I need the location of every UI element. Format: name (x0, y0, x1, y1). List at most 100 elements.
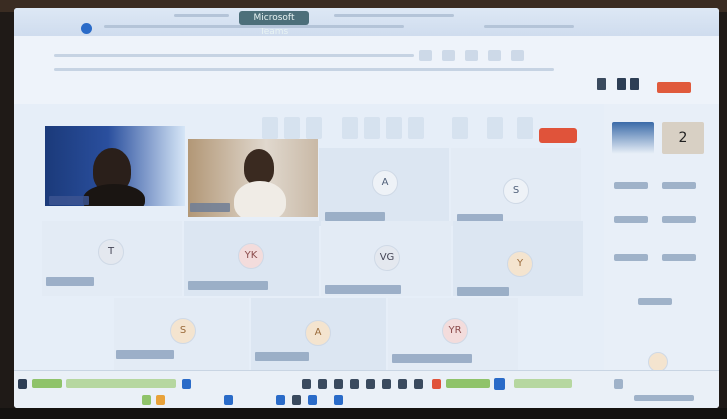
app-icon[interactable] (414, 379, 423, 389)
screen: Microsoft Teams A S T YK VG Y S A YR 2 (14, 8, 719, 408)
mic-button[interactable] (452, 117, 468, 139)
side-item[interactable] (662, 216, 696, 223)
start-icon[interactable] (18, 379, 27, 389)
app-icon[interactable] (308, 395, 317, 405)
toolbar-icon[interactable] (465, 50, 478, 61)
participant-tile[interactable]: Y (453, 221, 583, 296)
side-item[interactable] (614, 254, 648, 261)
side-badge-thumb[interactable]: 2 (662, 122, 704, 154)
side-avatar (648, 352, 668, 372)
app-icon[interactable] (494, 378, 505, 390)
participant-name (255, 352, 309, 361)
participant-name (190, 203, 230, 212)
more-button[interactable] (386, 117, 402, 139)
app-icon[interactable] (156, 395, 165, 405)
participant-tile[interactable]: S (114, 298, 249, 370)
participant-tile[interactable]: VG (321, 221, 451, 296)
title-text-blur (334, 14, 454, 17)
address-bar[interactable] (104, 25, 404, 28)
raise-hand-button[interactable] (306, 117, 322, 139)
clock-area[interactable] (634, 395, 694, 401)
camera-button[interactable] (408, 117, 424, 139)
participant-avatar: S (170, 318, 196, 344)
toolbar-icon[interactable] (488, 50, 501, 61)
participant-tile[interactable]: S (451, 148, 581, 226)
participant-avatar: A (372, 170, 398, 196)
participant-tile[interactable]: A (319, 148, 449, 226)
title-text-blur (174, 14, 229, 17)
side-item[interactable] (638, 298, 672, 305)
participant-tile[interactable]: T (42, 221, 182, 296)
toolbar-icon[interactable] (511, 50, 524, 61)
view-button[interactable] (364, 117, 380, 139)
app-icon[interactable] (350, 379, 359, 389)
side-item[interactable] (662, 182, 696, 189)
app-icon[interactable] (302, 379, 311, 389)
app-icon[interactable] (318, 379, 327, 389)
participant-name (188, 281, 268, 290)
participant-name (325, 285, 401, 294)
app-icon[interactable] (142, 395, 151, 405)
toolbar-row (54, 54, 414, 57)
search-field-blur[interactable] (484, 25, 574, 28)
side-panel: 2 (604, 104, 719, 374)
participant-tile[interactable]: YK (184, 221, 319, 296)
participant-name (116, 350, 174, 359)
participant-name (46, 277, 94, 286)
side-video-thumb[interactable] (612, 122, 654, 154)
app-icon[interactable] (398, 379, 407, 389)
taskbar-item[interactable] (32, 379, 62, 388)
app-icon[interactable] (182, 379, 191, 389)
leave-button[interactable] (539, 128, 577, 143)
leave-call-button-top[interactable] (657, 82, 691, 93)
participant-avatar: T (98, 239, 124, 265)
person-silhouette (83, 184, 145, 206)
taskbar-item[interactable] (66, 379, 176, 388)
app-icon[interactable] (382, 379, 391, 389)
side-item[interactable] (614, 182, 648, 189)
participant-name (457, 287, 509, 296)
participant-tile[interactable]: A (251, 298, 386, 370)
people-button[interactable] (284, 117, 300, 139)
app-icon[interactable] (276, 395, 285, 405)
participant-name (392, 354, 472, 363)
taskbar-item[interactable] (446, 379, 490, 388)
participant-video[interactable] (188, 139, 318, 217)
window-title: Microsoft Teams (239, 11, 309, 37)
side-item[interactable] (614, 216, 648, 223)
app-icon[interactable] (366, 379, 375, 389)
participant-avatar: VG (374, 245, 400, 271)
toolbar-icon[interactable] (442, 50, 455, 61)
app-icon[interactable] (432, 379, 441, 389)
taskbar-item[interactable] (514, 379, 572, 388)
app-icon[interactable] (292, 395, 301, 405)
participant-name (49, 196, 89, 205)
tray-icon[interactable] (614, 379, 623, 389)
person-silhouette (244, 149, 274, 185)
apps-button[interactable] (517, 117, 533, 139)
reactions-button[interactable] (342, 117, 358, 139)
title-bar: Microsoft Teams (14, 8, 719, 37)
person-silhouette (234, 181, 286, 217)
monitor-bezel-bottom (0, 408, 727, 419)
more-options-icon[interactable] (597, 78, 606, 90)
participant-name (325, 212, 385, 221)
app-logo-icon (81, 23, 92, 34)
chat-button[interactable] (262, 117, 278, 139)
pause-icon[interactable] (630, 78, 639, 90)
side-item[interactable] (662, 254, 696, 261)
toolbar-row (54, 68, 554, 71)
taskbar (14, 370, 719, 408)
participant-avatar: YR (442, 318, 468, 344)
participant-avatar: YK (238, 243, 264, 269)
participant-video[interactable] (45, 126, 185, 206)
participant-avatar: S (503, 178, 529, 204)
app-icon[interactable] (224, 395, 233, 405)
app-icon[interactable] (334, 379, 343, 389)
pause-icon[interactable] (617, 78, 626, 90)
share-button[interactable] (487, 117, 503, 139)
participant-avatar: A (305, 320, 331, 346)
app-icon[interactable] (334, 395, 343, 405)
toolbar-icon[interactable] (419, 50, 432, 61)
participant-tile[interactable]: YR (388, 298, 518, 370)
